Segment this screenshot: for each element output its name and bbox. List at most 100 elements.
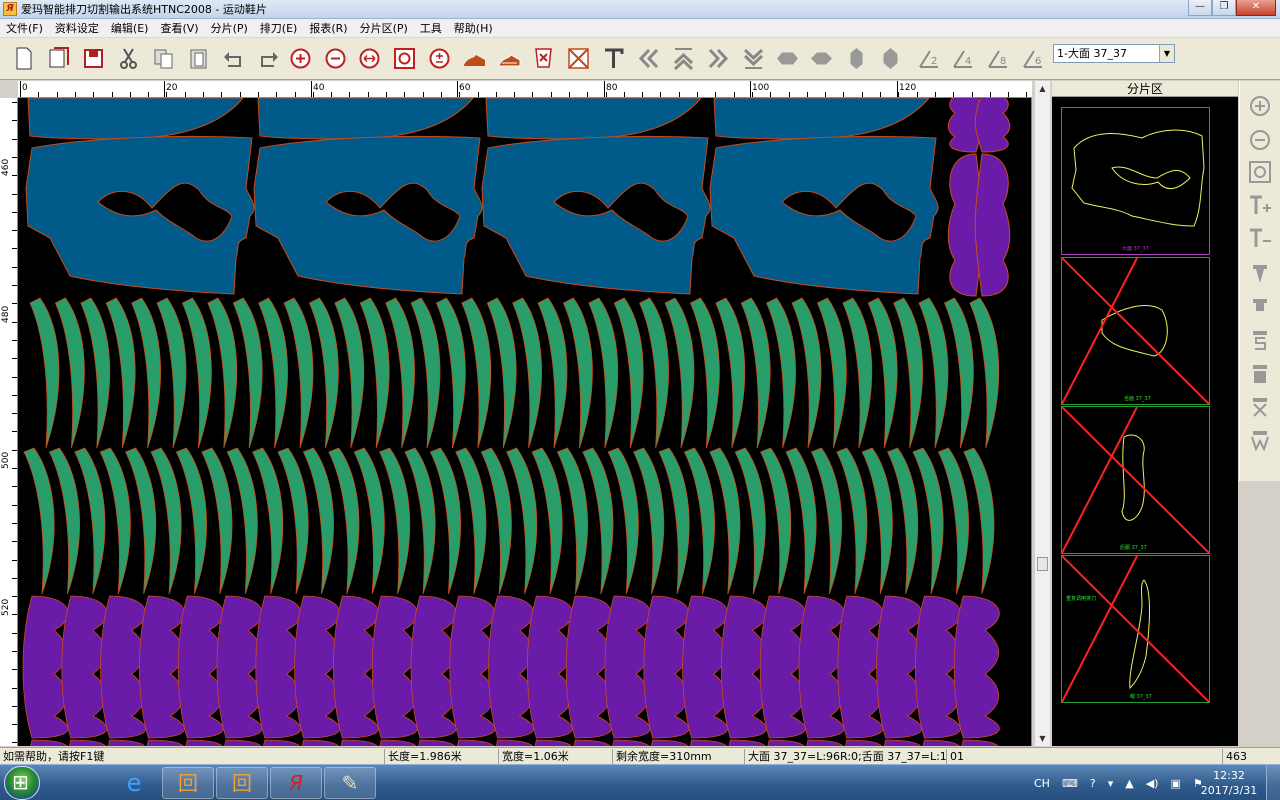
cross-piece-icon[interactable] (565, 45, 592, 72)
menu-piece-area[interactable]: 分片区(P) (354, 19, 414, 38)
redo-icon[interactable] (255, 45, 282, 72)
heel-piece-partial (30, 739, 68, 746)
internet-explorer-icon[interactable]: e (108, 767, 160, 799)
angle-2-icon[interactable]: 2 (916, 45, 943, 72)
heel-piece (759, 595, 806, 739)
piece-m-icon[interactable] (1247, 361, 1273, 387)
ruler-tick (12, 139, 17, 140)
menu-view[interactable]: 查看(V) (154, 19, 204, 38)
nesting-app-icon-2[interactable]: 回 (216, 767, 268, 799)
new-file-icon[interactable] (10, 45, 37, 72)
rotate-h1-icon[interactable] (774, 45, 801, 72)
piece-a-icon[interactable] (1247, 261, 1273, 287)
eyestay-piece (385, 297, 415, 449)
keyboard-icon[interactable]: ⌨ (1062, 777, 1078, 790)
text-minus-icon[interactable] (1247, 225, 1273, 251)
zoom-fit-icon[interactable] (1247, 159, 1273, 185)
close-button[interactable]: ✕ (1236, 0, 1276, 16)
shoe-left-icon[interactable] (461, 45, 488, 72)
copy-icon[interactable] (150, 45, 177, 72)
menu-reports[interactable]: 报表(R) (303, 19, 353, 38)
zoom-in-icon[interactable] (287, 45, 314, 72)
settings-icon[interactable]: ▾ (1108, 777, 1114, 790)
cad-app-icon[interactable]: Я (270, 767, 322, 799)
eyestay-piece (334, 297, 365, 449)
rotate-v2-icon[interactable] (877, 45, 904, 72)
text-plus-icon[interactable] (1247, 192, 1273, 218)
piece-thumb-tongue[interactable]: 舌面 37_37 (1061, 257, 1210, 405)
scroll-thumb[interactable] (1037, 557, 1048, 571)
menu-file[interactable]: 文件(F) (0, 19, 49, 38)
rotate-h2-icon[interactable] (808, 45, 835, 72)
maximize-button[interactable]: ❐ (1212, 0, 1236, 16)
ruler-tick (660, 92, 661, 97)
nesting-canvas[interactable] (18, 98, 1032, 746)
eyestay-piece (131, 297, 161, 449)
clock[interactable]: 12:32 2017/3/31 (1199, 768, 1259, 798)
volume-icon[interactable]: ◀) (1146, 777, 1159, 790)
status-piece-counts: 大面 37_37=L:96R:0;舌面 37_37=L:108R (744, 749, 946, 764)
input-language[interactable]: CH (1034, 777, 1050, 790)
piece-w-icon[interactable] (1247, 427, 1273, 453)
vertical-scrollbar[interactable]: ▲ ▼ (1034, 81, 1050, 746)
menu-data-settings[interactable]: 资料设定 (49, 19, 105, 38)
menu-pieces[interactable]: 分片(P) (205, 19, 254, 38)
piece-s-icon[interactable] (1247, 327, 1273, 353)
ruler-tick (715, 92, 716, 97)
right-toolbar (1239, 81, 1280, 481)
piece-p-icon[interactable] (1247, 295, 1273, 321)
piece-thumb-eyestay[interactable]: 重复调用排刀 眼 37_37 (1061, 555, 1210, 703)
zoom-toggle-icon[interactable] (426, 45, 453, 72)
text-icon[interactable] (600, 45, 627, 72)
fit-width-icon[interactable] (356, 45, 383, 72)
eyestay-piece (918, 297, 949, 449)
show-desktop-button[interactable] (1266, 765, 1280, 800)
save-icon[interactable] (80, 45, 107, 72)
ruler-tick (569, 92, 570, 97)
chevron-down-icon[interactable]: ▼ (1159, 45, 1174, 62)
menu-tools[interactable]: 工具 (414, 19, 448, 38)
heel-piece (488, 595, 535, 739)
nest-up-icon[interactable] (670, 45, 697, 72)
nest-down-icon[interactable] (740, 45, 767, 72)
paint-app-icon[interactable]: ✎ (324, 767, 376, 799)
rotate-v1-icon[interactable] (843, 45, 870, 72)
scroll-up-icon[interactable]: ▲ (1035, 81, 1050, 96)
eyestay-piece (410, 297, 441, 449)
zoom-fit-icon[interactable] (391, 45, 418, 72)
status-length: 长度=1.986米 (384, 749, 498, 764)
open-file-icon[interactable] (45, 45, 72, 72)
zoom-in-icon[interactable] (1247, 93, 1273, 119)
menu-help[interactable]: 帮助(H) (448, 19, 499, 38)
paste-icon[interactable] (185, 45, 212, 72)
undo-icon[interactable] (220, 45, 247, 72)
nesting-app-icon[interactable]: 回 (162, 767, 214, 799)
heel-piece (255, 595, 302, 739)
piece-thumb-upper[interactable]: 大面 37_37 (1061, 107, 1210, 255)
angle-4-icon[interactable]: 4 (950, 45, 977, 72)
delete-piece-icon[interactable] (530, 45, 557, 72)
heel-piece (837, 595, 884, 739)
ruler-tick (12, 395, 17, 396)
scroll-down-icon[interactable]: ▼ (1035, 731, 1050, 746)
show-hidden-icon[interactable]: ▲ (1125, 777, 1133, 790)
view-select[interactable]: 1-大面 37_37 ▼ (1053, 44, 1175, 63)
zoom-out-icon[interactable] (322, 45, 349, 72)
ruler-h-label: 20 (166, 83, 178, 93)
help-icon[interactable]: ? (1090, 777, 1096, 790)
minimize-button[interactable]: — (1188, 0, 1212, 16)
piece-thumb-heel[interactable]: 后跟 37_37 (1061, 406, 1210, 554)
menu-edit[interactable]: 编辑(E) (105, 19, 155, 38)
piece-x-icon[interactable] (1247, 394, 1273, 420)
zoom-out-icon[interactable] (1247, 127, 1273, 153)
shoe-right-icon[interactable] (496, 45, 523, 72)
menu-nesting[interactable]: 排刀(E) (254, 19, 304, 38)
angle-8-icon[interactable]: 8 (985, 45, 1012, 72)
title-bar: Я 爱玛智能排刀切割输出系统HTNC2008 - 运动鞋片 — ❐ ✕ (0, 0, 1280, 19)
cut-icon[interactable] (115, 45, 142, 72)
angle-6-icon[interactable]: 6 (1020, 45, 1047, 72)
nest-right-icon[interactable] (705, 45, 732, 72)
start-button[interactable] (4, 766, 40, 800)
nest-left-icon[interactable] (635, 45, 662, 72)
network-icon[interactable]: ▣ (1170, 777, 1180, 790)
